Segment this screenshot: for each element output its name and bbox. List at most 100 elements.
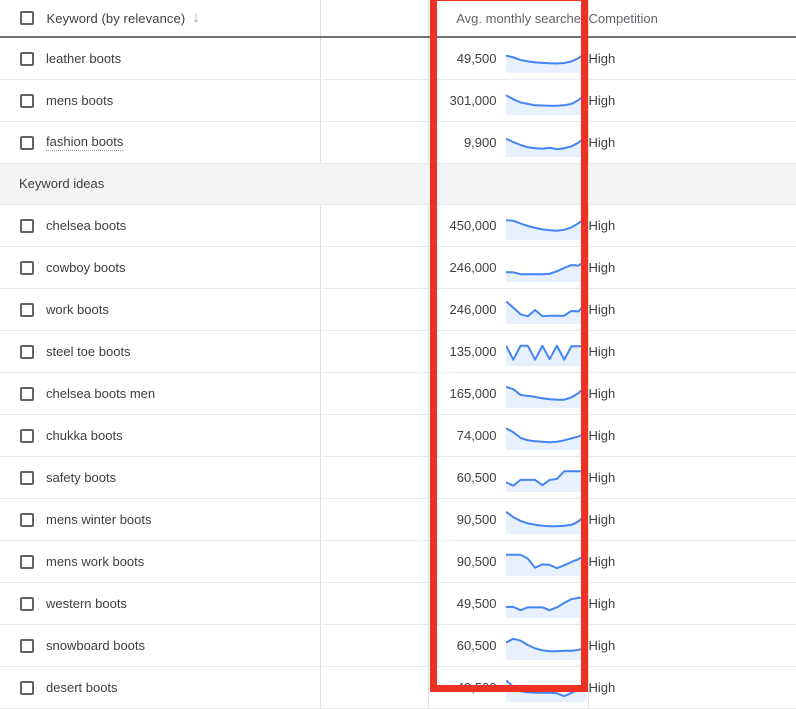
search-volume-sparkline <box>506 463 586 492</box>
keyword-text[interactable]: desert boots <box>46 680 118 695</box>
keyword-text[interactable]: chelsea boots <box>46 218 126 233</box>
avg-monthly-searches-cell[interactable]: 246,000 <box>428 247 588 289</box>
row-checkbox[interactable] <box>20 471 34 485</box>
keyword-cell[interactable]: snowboard boots <box>46 625 320 667</box>
row-checkbox[interactable] <box>20 261 34 275</box>
table-row[interactable]: fashion boots9,900High <box>0 122 796 164</box>
keyword-text[interactable]: mens boots <box>46 93 113 108</box>
avg-monthly-searches-cell[interactable]: 90,500 <box>428 499 588 541</box>
competition-cell: High <box>588 625 796 667</box>
keyword-cell[interactable]: chukka boots <box>46 415 320 457</box>
column-header-avg-monthly-searches[interactable]: Avg. monthly searches <box>428 0 588 37</box>
table-row[interactable]: mens work boots90,500High <box>0 541 796 583</box>
avg-monthly-searches-cell[interactable]: 49,500 <box>428 583 588 625</box>
avg-monthly-searches-cell[interactable]: 60,500 <box>428 625 588 667</box>
row-checkbox[interactable] <box>20 345 34 359</box>
keyword-cell[interactable]: chelsea boots men <box>46 373 320 415</box>
keyword-cell[interactable]: fashion boots <box>46 122 320 164</box>
keyword-text[interactable]: snowboard boots <box>46 638 145 653</box>
keyword-text[interactable]: steel toe boots <box>46 344 131 359</box>
table-row[interactable]: work boots 246,000High <box>0 289 796 331</box>
avg-monthly-searches-cell[interactable]: 135,000 <box>428 331 588 373</box>
keyword-cell[interactable]: mens winter boots <box>46 499 320 541</box>
keyword-text[interactable]: mens work boots <box>46 554 144 569</box>
row-checkbox[interactable] <box>20 94 34 108</box>
table-row[interactable]: safety boots 60,500High <box>0 457 796 499</box>
keyword-text[interactable]: safety boots <box>46 470 116 485</box>
avg-monthly-searches-value: 74,000 <box>457 428 506 443</box>
column-header-avg-monthly-searches-label: Avg. monthly searches <box>456 11 587 26</box>
avg-monthly-searches-cell[interactable]: 74,000 <box>428 415 588 457</box>
row-checkbox[interactable] <box>20 219 34 233</box>
table-row[interactable]: leather boots49,500High <box>0 37 796 80</box>
avg-monthly-searches-cell[interactable]: 49,500 <box>428 667 588 709</box>
row-checkbox[interactable] <box>20 429 34 443</box>
keyword-text[interactable]: work boots <box>46 302 109 317</box>
keyword-cell[interactable]: work boots <box>46 289 320 331</box>
keyword-text[interactable]: western boots <box>46 596 127 611</box>
avg-monthly-searches-cell[interactable]: 90,500 <box>428 541 588 583</box>
keyword-text[interactable]: chukka boots <box>46 428 123 443</box>
avg-monthly-searches-value: 9,900 <box>464 135 506 150</box>
table-row[interactable]: snowboard boots 60,500High <box>0 625 796 667</box>
keyword-cell[interactable]: chelsea boots <box>46 205 320 247</box>
table-row[interactable]: chukka boots74,000High <box>0 415 796 457</box>
avg-monthly-searches-cell[interactable]: 301,000 <box>428 80 588 122</box>
search-volume-sparkline <box>506 128 586 157</box>
blank-cell <box>320 457 428 499</box>
keyword-text[interactable]: mens winter boots <box>46 512 152 527</box>
row-checkbox[interactable] <box>20 639 34 653</box>
keyword-text[interactable]: leather boots <box>46 51 121 66</box>
avg-monthly-searches-cell[interactable]: 9,900 <box>428 122 588 164</box>
keyword-cell[interactable]: mens work boots <box>46 541 320 583</box>
table-row[interactable]: cowboy boots246,000High <box>0 247 796 289</box>
keyword-cell[interactable]: safety boots <box>46 457 320 499</box>
row-checkbox[interactable] <box>20 555 34 569</box>
competition-cell: High <box>588 331 796 373</box>
avg-monthly-searches-value: 49,500 <box>457 680 506 695</box>
keyword-text[interactable]: chelsea boots men <box>46 386 155 401</box>
competition-cell: High <box>588 457 796 499</box>
row-checkbox[interactable] <box>20 513 34 527</box>
competition-value: High <box>589 680 616 695</box>
avg-monthly-searches-value: 90,500 <box>457 554 506 569</box>
avg-monthly-searches-content: 49,500 <box>429 38 588 79</box>
row-select-cell <box>0 457 46 499</box>
column-header-competition[interactable]: Competition <box>588 0 796 37</box>
row-checkbox[interactable] <box>20 387 34 401</box>
blank-cell <box>320 247 428 289</box>
row-checkbox[interactable] <box>20 597 34 611</box>
row-checkbox[interactable] <box>20 303 34 317</box>
keyword-text[interactable]: fashion boots <box>46 134 123 151</box>
row-checkbox[interactable] <box>20 136 34 150</box>
avg-monthly-searches-cell[interactable]: 60,500 <box>428 457 588 499</box>
sort-descending-arrow-icon[interactable]: ↓ <box>192 10 200 25</box>
keyword-cell[interactable]: leather boots <box>46 37 320 80</box>
row-select-cell <box>0 667 46 709</box>
select-all-checkbox[interactable] <box>20 11 34 25</box>
table-row[interactable]: mens boots301,000High <box>0 80 796 122</box>
column-header-keyword[interactable]: Keyword (by relevance) ↓ <box>46 0 320 37</box>
avg-monthly-searches-cell[interactable]: 165,000 <box>428 373 588 415</box>
competition-value: High <box>589 596 616 611</box>
search-volume-sparkline <box>506 505 586 534</box>
table-row[interactable]: steel toe boots 135,000High <box>0 331 796 373</box>
row-checkbox[interactable] <box>20 681 34 695</box>
table-row[interactable]: western boots 49,500High <box>0 583 796 625</box>
keyword-cell[interactable]: desert boots <box>46 667 320 709</box>
table-row[interactable]: desert boots 49,500 High <box>0 667 796 709</box>
table-row[interactable]: chelsea boots450,000High <box>0 205 796 247</box>
row-checkbox[interactable] <box>20 52 34 66</box>
keyword-text[interactable]: cowboy boots <box>46 260 126 275</box>
table-row[interactable]: mens winter boots90,500High <box>0 499 796 541</box>
avg-monthly-searches-cell[interactable]: 246,000 <box>428 289 588 331</box>
avg-monthly-searches-cell[interactable]: 49,500 <box>428 37 588 80</box>
avg-monthly-searches-cell[interactable]: 450,000 <box>428 205 588 247</box>
keyword-cell[interactable]: cowboy boots <box>46 247 320 289</box>
keyword-cell[interactable]: western boots <box>46 583 320 625</box>
table-row[interactable]: chelsea boots men165,000High <box>0 373 796 415</box>
search-volume-sparkline <box>506 379 586 408</box>
keyword-cell[interactable]: mens boots <box>46 80 320 122</box>
competition-value: High <box>589 302 616 317</box>
keyword-cell[interactable]: steel toe boots <box>46 331 320 373</box>
